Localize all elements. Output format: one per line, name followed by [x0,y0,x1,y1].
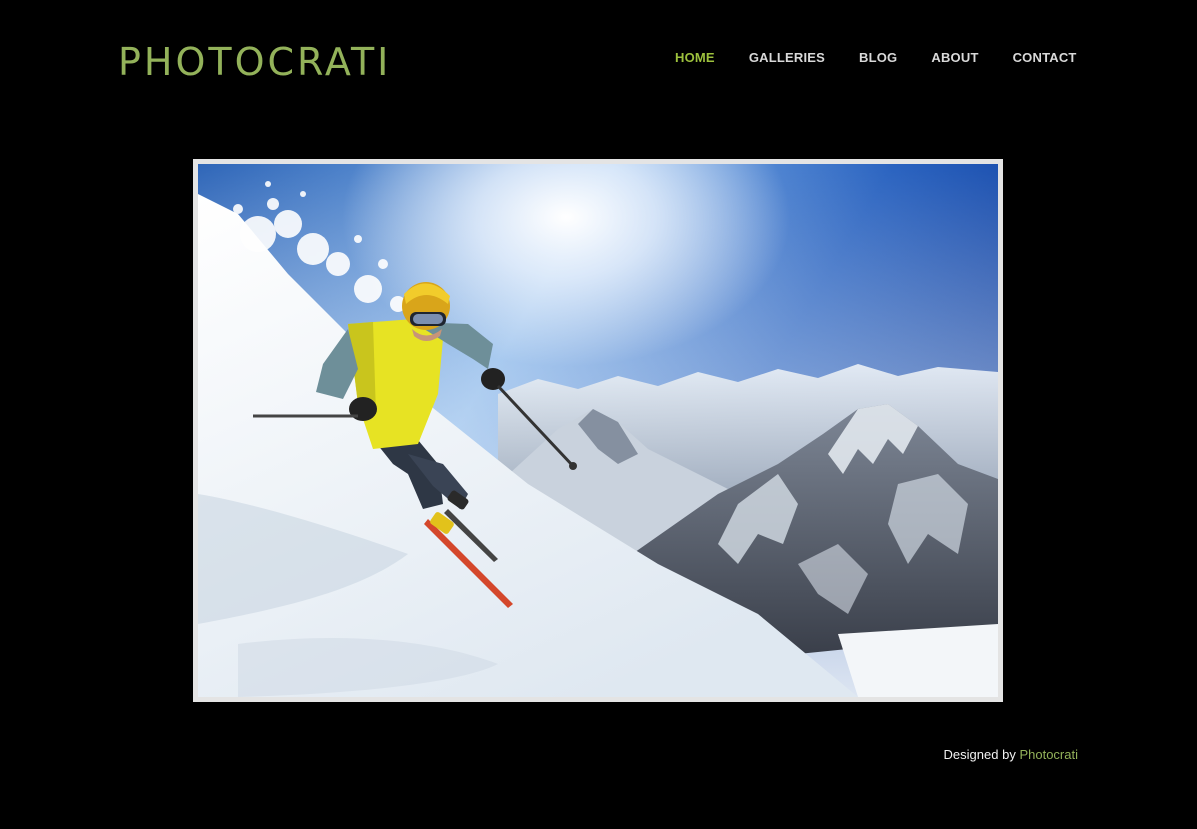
featured-photo-frame [193,159,1003,702]
nav-galleries[interactable]: GALLERIES [749,50,825,65]
nav-contact[interactable]: CONTACT [1013,50,1077,65]
nav-blog[interactable]: BLOG [859,50,897,65]
main-nav: HOME GALLERIES BLOG ABOUT CONTACT [675,50,1077,65]
footer-designer-link[interactable]: Photocrati [1019,747,1078,762]
footer-prefix: Designed by [943,747,1016,762]
footer-credit: Designed by Photocrati [944,747,1078,762]
site-logo[interactable]: PHOTOCRATI [118,40,391,84]
nav-home[interactable]: HOME [675,50,715,65]
featured-photo[interactable] [198,164,998,697]
nav-about[interactable]: ABOUT [931,50,978,65]
